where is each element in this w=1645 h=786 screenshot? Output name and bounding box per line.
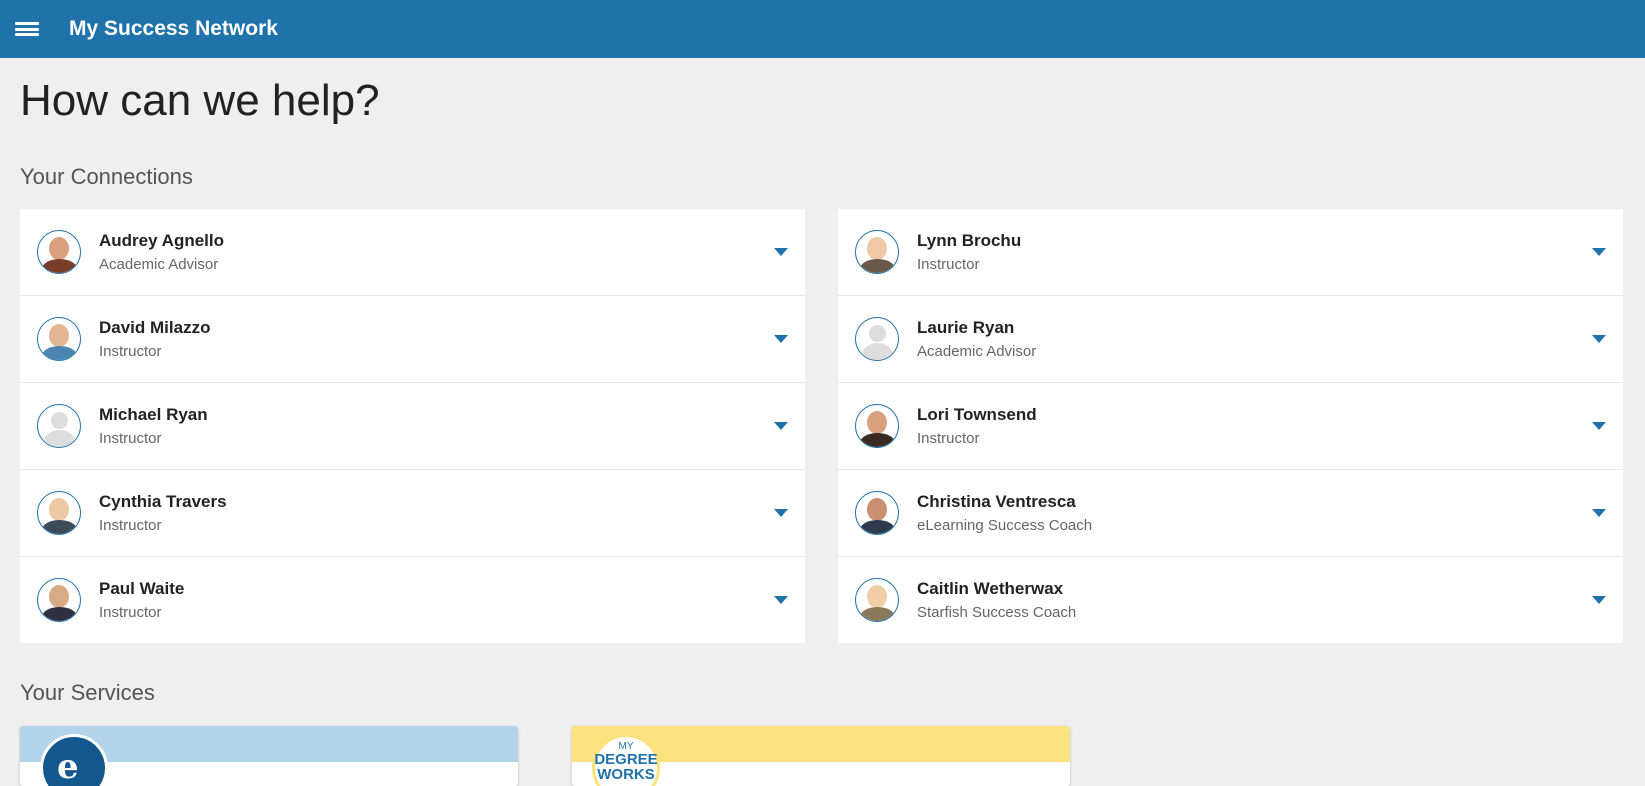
- chevron-down-icon[interactable]: [1592, 248, 1606, 256]
- chevron-down-icon[interactable]: [1592, 335, 1606, 343]
- service-card-elearning[interactable]: e: [20, 726, 518, 786]
- connections-heading: Your Connections: [20, 164, 193, 189]
- services-heading: Your Services: [20, 680, 155, 705]
- page-title: How can we help?: [20, 76, 380, 125]
- connection-role: Instructor: [99, 604, 162, 621]
- app-title: My Success Network: [69, 17, 278, 40]
- avatar: [855, 578, 899, 622]
- service-card-degree-works[interactable]: MY DEGREE WORKS: [572, 726, 1070, 786]
- connection-role: Academic Advisor: [99, 256, 219, 273]
- connection-role: Instructor: [99, 430, 162, 447]
- avatar: [37, 578, 81, 622]
- chevron-down-icon[interactable]: [774, 596, 788, 604]
- chevron-down-icon[interactable]: [774, 335, 788, 343]
- chevron-down-icon[interactable]: [774, 509, 788, 517]
- connection-row-cynthia-travers[interactable]: Cynthia Travers Instructor: [20, 470, 805, 557]
- connection-role: eLearning Success Coach: [917, 517, 1093, 534]
- connection-row-david-milazzo[interactable]: David Milazzo Instructor: [20, 296, 805, 383]
- connection-row-lynn-brochu[interactable]: Lynn Brochu Instructor: [838, 209, 1623, 296]
- chevron-down-icon[interactable]: [1592, 509, 1606, 517]
- avatar: [855, 404, 899, 448]
- chevron-down-icon[interactable]: [1592, 422, 1606, 430]
- connection-row-michael-ryan[interactable]: Michael Ryan Instructor: [20, 383, 805, 470]
- connection-role: Instructor: [917, 256, 980, 273]
- connection-name: Paul Waite: [99, 579, 185, 598]
- avatar: [855, 230, 899, 274]
- avatar: [855, 491, 899, 535]
- connection-row-caitlin-wetherwax[interactable]: Caitlin Wetherwax Starfish Success Coach: [838, 557, 1623, 643]
- connection-row-paul-waite[interactable]: Paul Waite Instructor: [20, 557, 805, 643]
- connection-name: Lori Townsend: [917, 405, 1037, 424]
- connection-role: Starfish Success Coach: [917, 604, 1077, 621]
- connection-role: Instructor: [99, 343, 162, 360]
- connection-row-christina-ventresca[interactable]: Christina Ventresca eLearning Success Co…: [838, 470, 1623, 557]
- connection-name: Caitlin Wetherwax: [917, 579, 1064, 598]
- connection-role: Instructor: [917, 430, 980, 447]
- connection-row-audrey-agnello[interactable]: Audrey Agnello Academic Advisor: [20, 209, 805, 296]
- connections-list-left: Audrey Agnello Academic Advisor David Mi…: [20, 209, 805, 643]
- top-app-bar: My Success Network: [0, 0, 1645, 58]
- avatar-placeholder-icon: [37, 404, 81, 448]
- connection-name: David Milazzo: [99, 318, 211, 337]
- avatar: [37, 317, 81, 361]
- connection-name: Christina Ventresca: [917, 492, 1076, 511]
- connection-role: Academic Advisor: [917, 343, 1037, 360]
- connection-role: Instructor: [99, 517, 162, 534]
- connection-name: Audrey Agnello: [99, 231, 224, 250]
- avatar: [37, 491, 81, 535]
- chevron-down-icon[interactable]: [774, 422, 788, 430]
- avatar: [37, 230, 81, 274]
- chevron-down-icon[interactable]: [1592, 596, 1606, 604]
- avatar-placeholder-icon: [855, 317, 899, 361]
- connection-name: Lynn Brochu: [917, 231, 1022, 250]
- connection-row-lori-townsend[interactable]: Lori Townsend Instructor: [838, 383, 1623, 470]
- connection-name: Laurie Ryan: [917, 318, 1015, 337]
- connections-list-right: Lynn Brochu Instructor Laurie Ryan Acade…: [838, 209, 1623, 643]
- chevron-down-icon[interactable]: [774, 248, 788, 256]
- connection-name: Michael Ryan: [99, 405, 208, 424]
- connection-name: Cynthia Travers: [99, 492, 227, 511]
- connection-row-laurie-ryan[interactable]: Laurie Ryan Academic Advisor: [838, 296, 1623, 383]
- hamburger-menu-icon[interactable]: [15, 20, 39, 38]
